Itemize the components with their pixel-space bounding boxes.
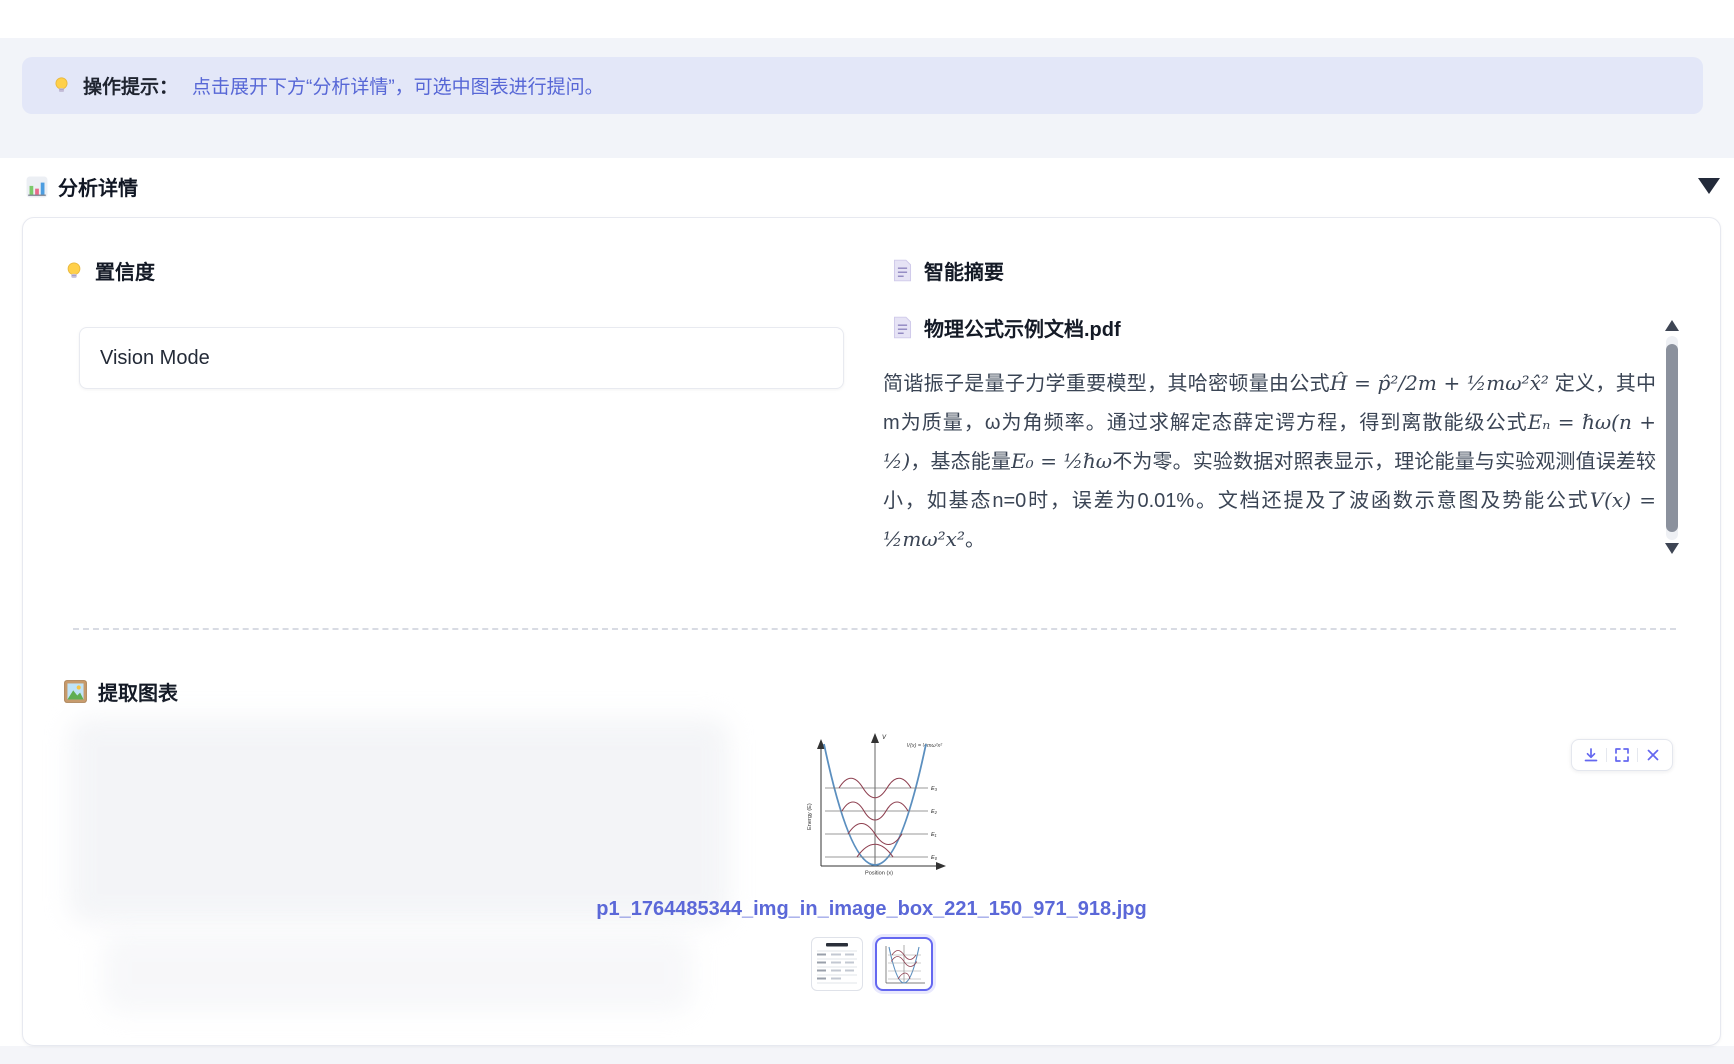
- fullscreen-button[interactable]: [1607, 743, 1637, 767]
- summary-heading: 智能摘要: [892, 256, 1004, 285]
- extract-heading: 提取图表: [64, 677, 178, 706]
- vision-mode-label: Vision Mode: [100, 347, 210, 370]
- summary-segment: ，基态能量: [910, 451, 1011, 473]
- bulb-icon: [64, 261, 84, 281]
- bar-chart-icon: [26, 176, 48, 198]
- document-icon: [892, 316, 913, 339]
- tip-banner: 操作提示： 点击展开下方“分析详情”，可选中图表进行提问。: [22, 57, 1703, 114]
- table-thumbnail-icon: [814, 940, 860, 988]
- confidence-heading: 置信度: [64, 256, 155, 285]
- bulb-icon: [52, 76, 71, 95]
- tip-message: 点击展开下方“分析详情”，可选中图表进行提问。: [192, 72, 604, 99]
- tip-label: 操作提示：: [83, 72, 178, 99]
- chart-thumbnail-icon: [879, 941, 929, 987]
- confidence-title: 置信度: [95, 256, 155, 285]
- extract-title: 提取图表: [98, 677, 178, 706]
- download-button[interactable]: [1576, 743, 1606, 767]
- thumbnail-strip: [23, 937, 1720, 991]
- vision-mode-box: Vision Mode: [79, 327, 844, 389]
- level-label-e3: E₃: [931, 786, 938, 792]
- document-name: 物理公式示例文档.pdf: [924, 313, 1121, 342]
- thumbnail-chart-selected[interactable]: [875, 937, 933, 991]
- summary-segment: 。: [965, 529, 985, 551]
- document-title-row: 物理公式示例文档.pdf: [892, 313, 1121, 342]
- scroll-up-icon[interactable]: [1665, 320, 1679, 331]
- level-label-e0: E₀: [931, 855, 938, 861]
- level-label-e2: E₂: [931, 809, 938, 815]
- scroll-down-icon[interactable]: [1665, 543, 1679, 554]
- thumbnail-table[interactable]: [811, 937, 863, 991]
- summary-title: 智能摘要: [924, 256, 1004, 285]
- bottom-strip: [0, 1046, 1734, 1064]
- close-icon: [1645, 747, 1661, 763]
- summary-scrollbar: [1664, 318, 1680, 558]
- analysis-card: 置信度 Vision Mode 智能摘要 物理公式示例文档.pdf 简谐: [22, 217, 1721, 1046]
- faded-chart-ghost: [69, 718, 729, 923]
- summary-segment: 简谐振子是量子力学重要模型，其哈密顿量由公式: [883, 373, 1330, 395]
- v-axis-label: V: [882, 735, 887, 741]
- fullscreen-icon: [1614, 747, 1630, 763]
- formula-ground-energy: E₀ = ½ℏω: [1011, 449, 1112, 473]
- close-button[interactable]: [1638, 743, 1668, 767]
- chart-filename-link[interactable]: p1_1764485344_img_in_image_box_221_150_9…: [23, 898, 1720, 921]
- details-title: 分析详情: [58, 172, 138, 201]
- download-icon: [1583, 747, 1599, 763]
- analysis-page: 操作提示： 点击展开下方“分析详情”，可选中图表进行提问。 分析详情 置信度 V…: [0, 0, 1734, 1064]
- figure-ylabel: Energy (E): [807, 803, 813, 830]
- section-divider: [73, 628, 1676, 630]
- collapse-arrow-icon[interactable]: [1698, 178, 1720, 194]
- level-label-e1: E₁: [931, 832, 937, 838]
- document-icon: [892, 259, 913, 282]
- chart-action-toolbar: [1571, 739, 1673, 771]
- figure-xlabel: Position (x): [865, 871, 893, 877]
- summary-paragraph: 简谐振子是量子力学重要模型，其哈密顿量由公式Ĥ = p̂²/2m + ½mω²x…: [883, 364, 1656, 559]
- formula-hamiltonian: Ĥ = p̂²/2m + ½mω²x̂²: [1330, 371, 1549, 395]
- picture-icon: [64, 680, 87, 703]
- extracted-chart-image[interactable]: V V(x) = ½mω²x² Energy (E) Position (x) …: [801, 726, 947, 876]
- oscillator-figure: V V(x) = ½mω²x² Energy (E) Position (x) …: [801, 726, 947, 876]
- scrollbar-thumb[interactable]: [1666, 344, 1678, 532]
- details-header[interactable]: 分析详情: [26, 172, 138, 201]
